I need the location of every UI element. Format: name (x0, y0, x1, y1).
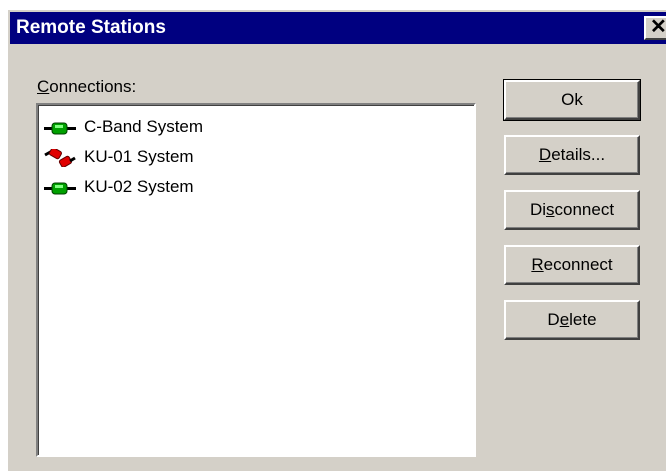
connections-label: Connections: (37, 77, 136, 97)
reconnect-button[interactable]: Reconnect (504, 245, 640, 285)
remote-stations-dialog: Remote Stations ✕ Connections: C-Band Sy… (6, 8, 666, 471)
connected-plug-icon (44, 122, 76, 135)
list-item-label: KU-01 System (84, 147, 194, 166)
connections-label-accel: C (37, 77, 50, 96)
close-icon: ✕ (650, 16, 666, 38)
details-button[interactable]: Details... (504, 135, 640, 175)
list-item-label: C-Band System (84, 117, 204, 136)
disconnect-button[interactable]: Disconnect (504, 190, 640, 230)
list-item-label: KU-02 System (84, 177, 194, 196)
connected-plug-icon (44, 182, 76, 195)
title-bar[interactable]: Remote Stations ✕ (10, 12, 666, 44)
disconnect-button-pre: Di (529, 200, 546, 219)
disconnected-plug-icon (44, 149, 76, 167)
dialog-title: Remote Stations (16, 17, 166, 38)
connections-label-rest: onnections: (49, 77, 137, 96)
delete-button[interactable]: Delete (504, 300, 640, 340)
delete-button-pre: D (547, 310, 560, 329)
disconnect-button-accel: s (546, 200, 555, 219)
delete-button-post: lete (569, 310, 597, 329)
details-button-label: etails... (551, 145, 606, 164)
reconnect-button-label: econnect (543, 255, 613, 274)
disconnect-button-post: connect (554, 200, 615, 219)
delete-button-accel: e (559, 310, 570, 329)
reconnect-button-accel: R (531, 255, 544, 274)
connections-list[interactable]: C-Band System KU-01 System KU-02 System (36, 103, 476, 457)
close-button[interactable]: ✕ (644, 16, 666, 40)
details-button-accel: D (538, 145, 552, 164)
ok-button-label: Ok (561, 90, 583, 109)
ok-button[interactable]: Ok (503, 79, 641, 121)
